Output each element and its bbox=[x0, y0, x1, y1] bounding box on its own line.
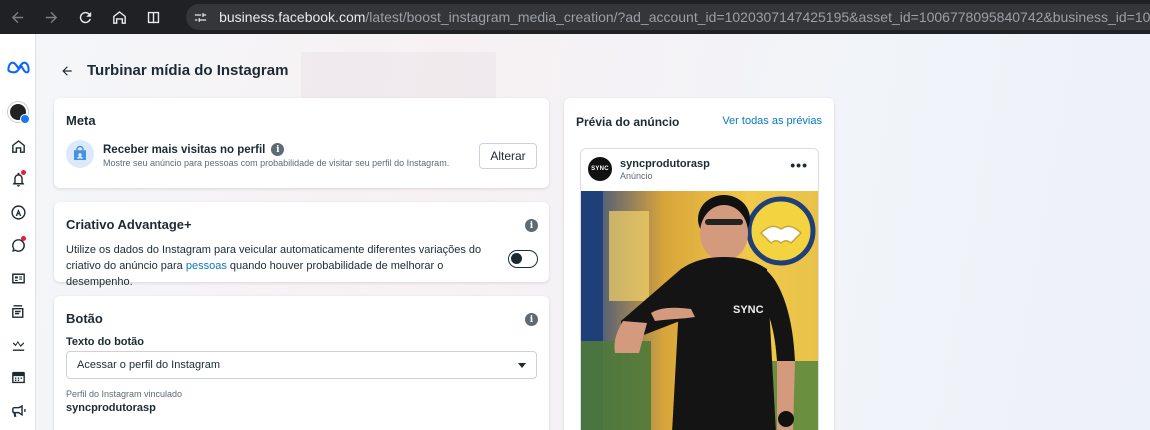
arrow-right-icon bbox=[45, 11, 57, 23]
ad-preview-card: Prévia do anúncio Ver todas as prévias S… bbox=[564, 98, 834, 430]
goal-title-text: Receber mais visitas no perfil bbox=[103, 143, 266, 156]
see-all-previews-link[interactable]: Ver todas as prévias bbox=[722, 115, 822, 127]
address-bar[interactable]: business.facebook.com/latest/boost_insta… bbox=[186, 4, 1150, 30]
url-path: /latest/boost_instagram_media_creation/?… bbox=[365, 9, 1150, 25]
site-settings-icon[interactable] bbox=[190, 4, 211, 30]
browser-forward-button[interactable] bbox=[34, 0, 68, 34]
button-text-selected-value: Acessar o perfil do Instagram bbox=[77, 359, 221, 371]
post-media-image: SYNC bbox=[581, 191, 818, 430]
advantage-creative-card: Criativo Advantage+ i Utilize os dados d… bbox=[54, 202, 549, 288]
arrow-left-icon bbox=[62, 65, 72, 76]
book-icon bbox=[147, 11, 159, 24]
preview-title: Prévia do anúncio bbox=[576, 115, 680, 129]
linked-profile-value: syncprodutorasp bbox=[66, 402, 156, 414]
insights-icon[interactable] bbox=[0, 330, 36, 358]
browser-home-button[interactable] bbox=[102, 0, 136, 34]
account-avatar[interactable] bbox=[0, 98, 36, 126]
instagram-post-preview: SYNC syncprodutorasp Anúncio ••• SYNC bbox=[580, 148, 819, 430]
call-to-action-card: Botão i Texto do botão Acessar o perfil … bbox=[54, 296, 549, 430]
goal-card-title: Meta bbox=[66, 113, 96, 128]
facebook-badge-icon bbox=[20, 114, 30, 124]
calendar-icon[interactable] bbox=[0, 363, 36, 391]
profile-visits-icon bbox=[66, 140, 94, 168]
notification-dot bbox=[21, 170, 26, 175]
change-goal-button[interactable]: Alterar bbox=[479, 143, 537, 169]
url-host: business.facebook.com bbox=[219, 9, 366, 25]
button-card-title: Botão bbox=[66, 311, 103, 326]
post-avatar: SYNC bbox=[588, 157, 612, 181]
info-icon[interactable]: i bbox=[271, 143, 285, 156]
advantage-description: Utilize os dados do Instagram para veicu… bbox=[66, 242, 506, 290]
back-button[interactable] bbox=[59, 63, 75, 79]
goal-card: Meta Receber mais visitas no perfil i Mo… bbox=[54, 98, 549, 188]
megaphone-icon[interactable] bbox=[0, 396, 36, 424]
browser-toolbar: business.facebook.com/latest/boost_insta… bbox=[0, 0, 1150, 34]
goal-title: Receber mais visitas no perfil i bbox=[103, 143, 285, 156]
reload-icon bbox=[79, 11, 91, 23]
toggle-knob bbox=[511, 253, 522, 264]
header-placeholder bbox=[301, 52, 496, 98]
left-nav-rail bbox=[0, 34, 36, 430]
people-link[interactable]: pessoas bbox=[186, 260, 227, 272]
more-options-icon[interactable]: ••• bbox=[790, 157, 808, 173]
browser-reading-mode-button[interactable] bbox=[136, 0, 170, 34]
home-icon bbox=[112, 10, 126, 24]
messages-icon[interactable] bbox=[0, 231, 36, 259]
linked-profile-label: Perfil do Instagram vinculado bbox=[66, 389, 183, 399]
button-text-select[interactable]: Acessar o perfil do Instagram bbox=[66, 351, 537, 379]
arrow-left-icon bbox=[11, 11, 23, 23]
page-title: Turbinar mídia do Instagram bbox=[87, 62, 289, 79]
content-library-icon[interactable] bbox=[0, 297, 36, 325]
post-sponsored-label: Anúncio bbox=[620, 171, 653, 181]
browser-back-button[interactable] bbox=[0, 0, 34, 34]
home-nav-icon[interactable] bbox=[0, 132, 36, 160]
main-content: Turbinar mídia do Instagram Meta Receber… bbox=[37, 34, 1150, 430]
post-account-name: syncprodutorasp bbox=[620, 158, 710, 170]
ads-manager-icon[interactable] bbox=[0, 198, 36, 226]
info-icon[interactable]: i bbox=[525, 313, 538, 326]
page-header: Turbinar mídia do Instagram bbox=[59, 62, 288, 79]
browser-reload-button[interactable] bbox=[68, 0, 102, 34]
meta-logo-icon[interactable] bbox=[0, 52, 36, 80]
notifications-icon[interactable] bbox=[0, 165, 36, 193]
info-icon[interactable]: i bbox=[525, 219, 538, 232]
button-text-label: Texto do botão bbox=[66, 336, 145, 348]
contacts-icon[interactable] bbox=[0, 264, 36, 292]
advantage-card-title: Criativo Advantage+ bbox=[66, 217, 192, 232]
url-text: business.facebook.com/latest/boost_insta… bbox=[219, 9, 1150, 25]
messages-dot bbox=[21, 236, 26, 241]
shirt-logo-text: SYNC bbox=[733, 304, 764, 316]
caret-down-icon bbox=[518, 363, 526, 368]
goal-description: Mostre seu anúncio para pessoas com prob… bbox=[103, 158, 450, 168]
advantage-toggle[interactable] bbox=[508, 250, 538, 268]
